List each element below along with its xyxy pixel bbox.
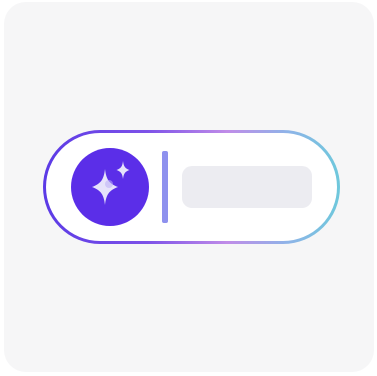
ai-input-card bbox=[4, 2, 374, 372]
large-sparkle-shape bbox=[92, 169, 118, 205]
text-cursor bbox=[162, 151, 168, 223]
sparkle-glow-shape bbox=[105, 180, 113, 188]
ai-assistant-button[interactable] bbox=[71, 148, 149, 226]
ai-prompt-bar-inner bbox=[46, 133, 337, 241]
small-sparkle-shape bbox=[116, 161, 130, 179]
prompt-input-field[interactable] bbox=[182, 166, 312, 208]
sparkles-icon bbox=[92, 161, 130, 205]
ai-prompt-bar[interactable] bbox=[43, 130, 340, 244]
